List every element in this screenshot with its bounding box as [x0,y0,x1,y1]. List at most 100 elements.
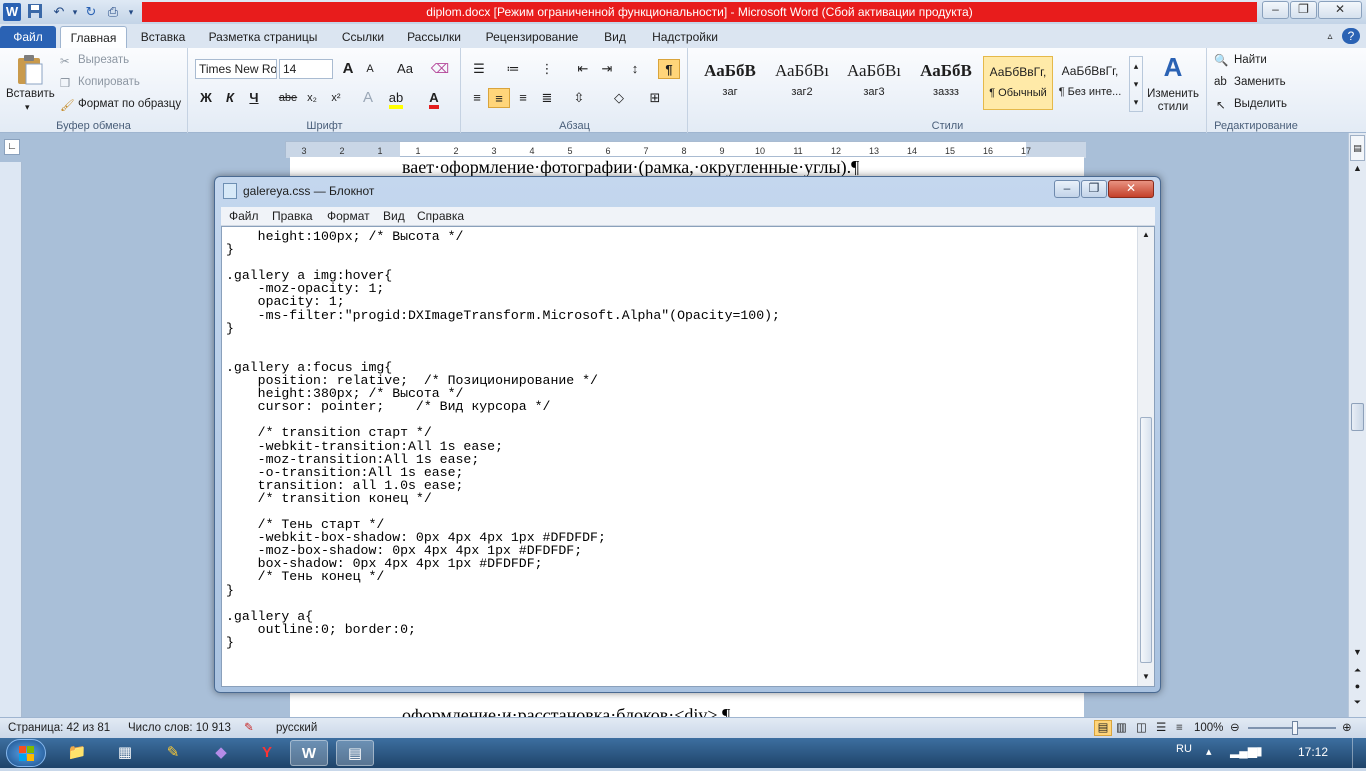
tab-file[interactable]: Файл [0,26,56,48]
style-normal[interactable]: АаБбВвГг, ¶ Обычный [983,56,1053,110]
change-case-button[interactable]: Aa [391,59,419,79]
chevron-down-icon[interactable]: ▾ [25,102,30,113]
notepad-menu-edit[interactable]: Правка [272,207,313,226]
font-color-icon[interactable]: A [423,88,445,109]
scroll-down-icon[interactable]: ▼ [1350,647,1365,661]
word-taskbar-icon[interactable]: W [290,740,328,766]
spelling-icon[interactable]: ✎ [244,718,254,738]
document-scrollbar[interactable]: ▤ ▲ ▼ ⏶ ● ⏷ [1348,133,1366,717]
yandex-browser-icon[interactable]: Y [248,740,286,766]
scroll-thumb[interactable] [1351,403,1364,431]
notepad-maximize-button[interactable]: ❐ [1081,180,1107,198]
print-preview-icon[interactable]: ⎙ [104,3,122,21]
notepad-menu-help[interactable]: Справка [417,207,464,226]
app-icon[interactable]: ✎ [154,740,192,766]
notepad-menu-view[interactable]: Вид [383,207,405,226]
bullets-icon[interactable]: ☰ [468,59,490,79]
scroll-up-icon[interactable]: ▲ [1350,163,1365,177]
tab-selector-icon[interactable]: ∟ [4,139,20,155]
sort-icon[interactable]: ↕ [624,59,646,79]
reading-layout-icon[interactable]: ▥ [1116,718,1127,738]
scroll-down-icon[interactable]: ▼ [1139,670,1153,684]
ruler-toggle-icon[interactable]: ▤ [1350,135,1365,161]
align-center-icon[interactable]: ≡ [488,88,510,108]
language-indicator[interactable]: русский [276,718,317,738]
tray-expand-icon[interactable]: ▴ [1206,745,1212,758]
minimize-ribbon-icon[interactable]: ▵ [1322,26,1338,48]
code-text[interactable]: height:100px; /* Высота */ } .gallery a … [226,230,1131,685]
align-right-icon[interactable]: ≡ [512,88,534,108]
style-no-spacing[interactable]: АаБбВвГг, ¶ Без инте... [1055,56,1125,110]
align-left-icon[interactable]: ≡ [466,88,488,108]
styles-scroll-icon[interactable]: ▴ ▾ ▾ [1129,56,1143,112]
zoom-thumb[interactable] [1292,721,1298,735]
calculator-icon[interactable]: ▦ [106,740,144,766]
vertical-ruler[interactable] [0,162,22,717]
customize-icon[interactable]: ▾ [122,3,140,21]
copy-button[interactable]: Копировать [78,76,140,88]
paste-icon[interactable] [14,54,48,85]
notepad-menu-file[interactable]: Файл [229,207,259,226]
close-button[interactable]: ✕ [1318,1,1362,19]
tab-review[interactable]: Рецензирование [476,26,588,48]
subscript-button[interactable]: x₂ [301,88,323,108]
word-logo-icon[interactable]: W [3,3,21,21]
text-effects-icon[interactable]: A [357,88,379,108]
numbering-icon[interactable]: ≔ [502,59,524,79]
battery-icon[interactable]: ▮ [1256,744,1263,758]
shrink-font-button[interactable]: A [359,59,381,79]
justify-icon[interactable]: ≣ [536,88,558,108]
tab-insert[interactable]: Вставка [134,26,192,48]
horizontal-ruler[interactable]: 3 2 1 1 2 3 4 5 6 7 8 9 10 11 12 13 14 15 16 17 [285,141,1086,158]
web-layout-icon[interactable]: ◫ [1136,718,1147,738]
change-styles-button[interactable]: Изменить стили [1145,88,1201,114]
redo-icon[interactable]: ↻ [82,3,100,21]
multilevel-list-icon[interactable]: ⋮ [536,59,558,79]
scroll-thumb[interactable] [1140,417,1152,663]
notepad-taskbar-icon[interactable]: ▤ [336,740,374,766]
borders-icon[interactable]: ⊞ [644,88,666,108]
draft-icon[interactable]: ≡ [1176,718,1183,738]
tab-addins[interactable]: Надстройки [644,26,726,48]
superscript-button[interactable]: x² [325,88,347,108]
notepad-menu-format[interactable]: Формат [327,207,370,226]
cut-button[interactable]: Вырезать [78,54,129,66]
tab-references[interactable]: Ссылки [334,26,392,48]
keyboard-layout[interactable]: RU [1176,743,1192,755]
find-button[interactable]: Найти [1234,54,1267,66]
underline-button[interactable]: Ч [243,88,265,108]
browse-object-icon[interactable]: ● [1350,681,1365,695]
tab-mailings[interactable]: Рассылки [400,26,468,48]
zoom-in-icon[interactable]: ⊕ [1342,718,1352,738]
network-icon[interactable]: ▂▄▆ [1230,744,1257,758]
zoom-out-icon[interactable]: ⊖ [1230,718,1240,738]
save-icon[interactable] [26,3,44,21]
page-count[interactable]: Страница: 42 из 81 [8,718,110,738]
notepad-close-button[interactable]: ✕ [1108,180,1154,198]
paste-button[interactable]: Вставить [6,88,55,100]
select-button[interactable]: Выделить [1234,98,1287,110]
notepad-editor[interactable]: height:100px; /* Высота */ } .gallery a … [221,226,1155,687]
clear-format-icon[interactable]: ⌫ [429,59,451,79]
notepad-scrollbar[interactable]: ▲ ▼ [1137,227,1154,686]
style-zag[interactable]: АаБбВ заг [695,56,765,110]
tab-page-layout[interactable]: Разметка страницы [200,26,326,48]
grow-font-button[interactable]: A [337,59,359,79]
word-count[interactable]: Число слов: 10 913 [128,718,231,738]
notepad-minimize-button[interactable]: ‒ [1054,180,1080,198]
bold-button[interactable]: Ж [195,88,217,108]
font-family-select[interactable]: Times New Ro [195,59,277,79]
clock[interactable]: 17:12 [1298,745,1328,759]
print-layout-icon[interactable]: ▤ [1094,720,1112,736]
decrease-indent-icon[interactable]: ⇤ [572,59,594,79]
outline-icon[interactable]: ☰ [1156,718,1166,738]
show-marks-button[interactable]: ¶ [658,59,680,79]
strikethrough-button[interactable]: abe [277,88,299,108]
show-desktop-button[interactable] [1352,738,1366,768]
font-size-select[interactable]: 14 [279,59,333,79]
start-button[interactable] [6,739,46,767]
style-zazzz[interactable]: АаБбВ заззз [911,56,981,110]
format-painter-button[interactable]: Формат по образцу [78,98,181,110]
increase-indent-icon[interactable]: ⇥ [596,59,618,79]
notepad-window[interactable]: galereya.css — Блокнот ‒ ❐ ✕ Файл Правка… [214,176,1161,693]
